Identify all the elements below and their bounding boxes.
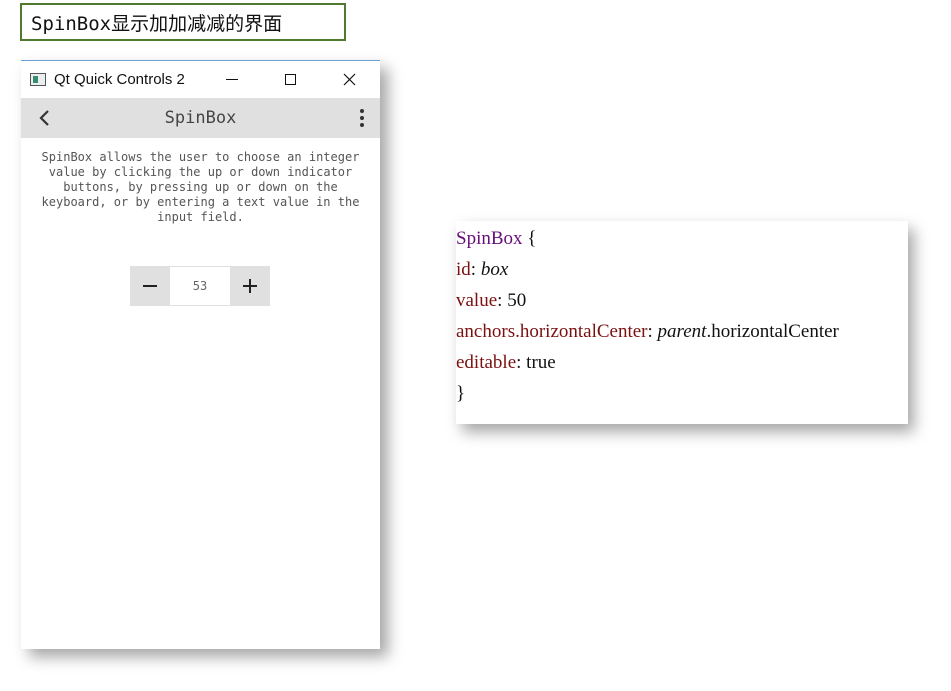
code-line: } [456, 381, 908, 412]
code-value: box [480, 259, 509, 280]
spinbox-value-input[interactable]: 53 [170, 266, 230, 306]
code-value: 50 [507, 290, 527, 311]
code-property: editable [456, 352, 517, 373]
code-property: value [456, 290, 498, 311]
code-value-italic: parent [657, 321, 707, 342]
minimize-button[interactable] [203, 61, 261, 98]
app-window: Qt Quick Controls 2 SpinBox SpinBox allo… [21, 60, 380, 649]
code-value: true [526, 352, 556, 373]
title-bar[interactable]: Qt Quick Controls 2 [21, 61, 380, 98]
maximize-button[interactable] [261, 61, 319, 98]
more-vertical-icon [360, 109, 364, 127]
code-brace: } [456, 383, 466, 404]
spinbox: 53 [130, 266, 270, 306]
minus-icon [143, 285, 157, 287]
window-title: Qt Quick Controls 2 [54, 71, 185, 88]
description-text: SpinBox allows the user to choose an int… [41, 150, 360, 224]
code-line: anchors.horizontalCenter: parent.horizon… [456, 319, 908, 350]
code-colon: : [516, 352, 527, 373]
code-brace: { [522, 228, 537, 249]
code-colon: : [470, 259, 481, 280]
code-panel: SpinBox { id: box value: 50 anchors.hori… [456, 221, 908, 424]
page-title: SpinBox [164, 108, 237, 128]
code-line: value: 50 [456, 288, 908, 319]
code-line: SpinBox { [456, 226, 908, 257]
code-property: id [456, 259, 471, 280]
code-colon: : [647, 321, 658, 342]
minimize-icon [226, 79, 238, 80]
code-line: editable: true [456, 350, 908, 381]
caption-label: SpinBox显示加加减减的界面 [20, 3, 346, 41]
app-icon [30, 73, 46, 86]
code-line: id: box [456, 257, 908, 288]
close-button[interactable] [320, 61, 378, 98]
chevron-left-icon [39, 110, 49, 126]
plus-icon [243, 279, 257, 293]
code-type-name: SpinBox [456, 228, 523, 249]
menu-button[interactable] [350, 98, 374, 138]
decrement-button[interactable] [130, 266, 170, 306]
code-property: anchors.horizontalCenter [456, 321, 648, 342]
increment-button[interactable] [230, 266, 270, 306]
code-value: .horizontalCenter [706, 321, 839, 342]
code-colon: : [497, 290, 508, 311]
toolbar: SpinBox [21, 98, 380, 138]
back-button[interactable] [29, 98, 59, 138]
close-icon [343, 73, 355, 86]
maximize-icon [284, 74, 296, 85]
